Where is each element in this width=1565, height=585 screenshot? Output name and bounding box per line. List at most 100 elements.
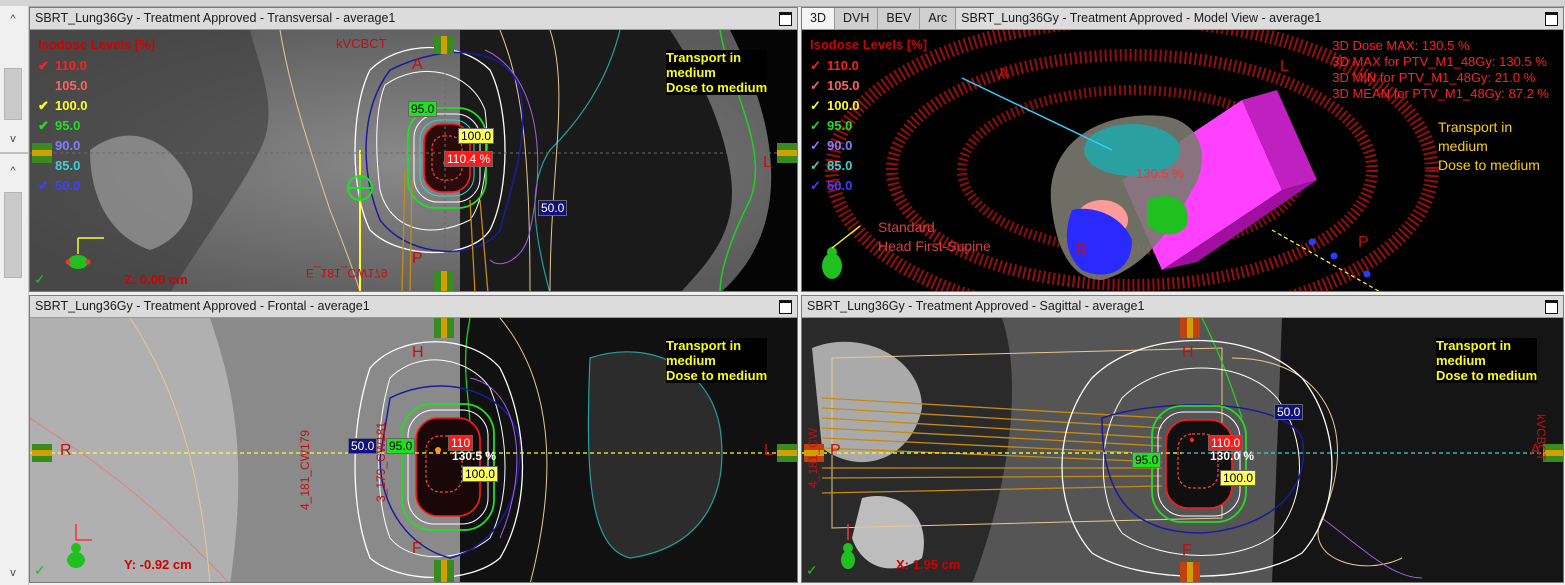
transport-line2: medium xyxy=(1436,353,1538,368)
orientation-line2: Head First-Supine xyxy=(878,238,991,254)
sagittal-titlebar: SBRT_Lung36Gy - Treatment Approved - Sag… xyxy=(802,296,1563,318)
transport-note: Transport in medium Dose to medium xyxy=(1436,338,1538,383)
orient-left-3d: L xyxy=(1280,58,1289,75)
frontal-panel[interactable]: SBRT_Lung36Gy - Treatment Approved - Fro… xyxy=(29,295,798,583)
transversal-panel[interactable]: SBRT_Lung36Gy - Treatment Approved - Tra… xyxy=(29,7,798,292)
model-3d-view[interactable]: Isodose Levels [%] ✓ 110.0 ✓ 105.0 ✓ 100.0 ✓ 95… xyxy=(802,30,1563,291)
orient-posterior-sag: P xyxy=(830,442,841,459)
orient-head: H xyxy=(412,344,424,361)
dose-label-50: 50.0 xyxy=(1274,404,1304,420)
stat-dose-max: 3D Dose MAX: 130.5 % xyxy=(1332,38,1470,53)
transport-3d-line3: Dose to medium xyxy=(1438,157,1540,173)
isodose-level-value: 85.0 xyxy=(827,158,853,173)
scroll-down-icon-2[interactable]: v xyxy=(4,566,22,580)
dose-label-max: 130.5 % xyxy=(452,449,497,463)
checkbox-icon[interactable]: ✔ xyxy=(38,56,55,76)
isodose-level-row[interactable]: ✓ 50.0 xyxy=(810,176,860,196)
scroll-thumb[interactable] xyxy=(4,68,22,120)
view-tabs: 3D DVH BEV Arc SBRT_Lung36Gy - Treatment… xyxy=(802,8,1321,29)
scroll-up-icon[interactable]: ^ xyxy=(4,12,22,26)
sagittal-view[interactable]: H F P A 4_181_CW kVCBCT 50.0 110.0 95.0 … xyxy=(802,318,1563,582)
check-icon: ✓ xyxy=(34,562,46,578)
isodose-level-row[interactable]: ✔ 110.0 xyxy=(38,56,88,76)
dose-label-50: 50.0 xyxy=(538,200,568,216)
beam-label-left-sag: 4_181_CW xyxy=(806,427,820,488)
frontal-title: SBRT_Lung36Gy - Treatment Approved - Fro… xyxy=(35,299,370,313)
scroll-down-icon[interactable]: v xyxy=(4,132,22,146)
tab-3d[interactable]: 3D xyxy=(802,8,835,29)
dose-label-110: 110.4 % xyxy=(444,151,494,167)
checkbox-icon[interactable]: ✓ xyxy=(810,156,827,176)
transport-3d-line2: medium xyxy=(1438,138,1488,154)
transport-line1: Transport in xyxy=(666,50,768,65)
checkbox-icon[interactable]: ✔ xyxy=(38,176,55,196)
checkbox-icon[interactable]: ✓ xyxy=(810,96,827,116)
isodose-level-row[interactable]: ✓ 85.0 xyxy=(810,156,860,176)
isodose-level-value: 105.0 xyxy=(827,78,860,93)
checkbox-icon[interactable]: ✔ xyxy=(38,96,55,116)
isodose-level-value: 110.0 xyxy=(55,58,87,73)
isodose-level-row[interactable]: ✔ 95.0 xyxy=(38,116,88,136)
frontal-view[interactable]: H F R L 4_181_CW179 3_179_CW181 50.0 95.… xyxy=(30,318,797,582)
transversal-view[interactable]: Isodose Levels [%] ✔ 110.0 105.0 ✔ 100.0 ✔ 95.… xyxy=(30,30,797,291)
maximize-icon[interactable] xyxy=(779,12,792,26)
maximize-icon[interactable] xyxy=(779,300,792,314)
dose-statistics: 3D Dose MAX: 130.5 % 3D MAX for PTV_M1_4… xyxy=(1332,38,1549,102)
isodose-level-row[interactable]: ✓ 100.0 xyxy=(810,96,860,116)
orient-foot-sag: F xyxy=(1182,542,1192,559)
transport-line2: medium xyxy=(666,65,768,80)
isodose-level-row[interactable]: ✔ 100.0 xyxy=(38,96,88,116)
orient-posterior: P xyxy=(412,250,423,267)
orient-anterior-3d: A xyxy=(998,66,1009,83)
isodose-level-value: 105.0 xyxy=(55,78,88,93)
scroll-up-icon-2[interactable]: ^ xyxy=(4,164,22,178)
beam-label-right: 3_179_CW181 xyxy=(374,421,388,502)
isodose-level-value: 95.0 xyxy=(55,118,81,133)
beam-bottom-label: E_181_CW179 xyxy=(306,266,388,280)
dose-label-95: 95.0 xyxy=(408,101,438,117)
tab-arc[interactable]: Arc xyxy=(920,8,957,29)
maximize-icon[interactable] xyxy=(1545,12,1558,26)
dose-label-50: 50.0 xyxy=(348,438,378,454)
scroll-thumb-2[interactable] xyxy=(4,192,22,278)
isodose-list[interactable]: ✔ 110.0 105.0 ✔ 100.0 ✔ 95.0 90.0 85.0 ✔ 50.0 xyxy=(38,56,88,196)
maximize-icon[interactable] xyxy=(1545,300,1558,314)
isodose-level-row[interactable]: 90.0 xyxy=(38,136,88,156)
checkbox-icon[interactable]: ✓ xyxy=(810,116,827,136)
transport-line3: Dose to medium xyxy=(666,80,768,95)
dose-label-max: 130.0 % xyxy=(1210,449,1255,463)
isodose-level-value: 100.0 xyxy=(827,98,860,113)
checkbox-icon[interactable]: ✓ xyxy=(810,56,827,76)
checkbox-icon[interactable]: ✓ xyxy=(810,176,827,196)
isodose-level-row[interactable]: ✓ 105.0 xyxy=(810,76,860,96)
check-icon: ✓ xyxy=(34,271,46,287)
sagittal-panel[interactable]: SBRT_Lung36Gy - Treatment Approved - Sag… xyxy=(801,295,1564,583)
isodose-level-row[interactable]: ✓ 110.0 xyxy=(810,56,860,76)
checkbox-icon[interactable]: ✓ xyxy=(810,136,827,156)
transversal-title: SBRT_Lung36Gy - Treatment Approved - Tra… xyxy=(35,11,396,25)
tab-bev[interactable]: BEV xyxy=(878,8,921,29)
transport-line1: Transport in xyxy=(1436,338,1538,353)
isodose-level-value: 50.0 xyxy=(55,178,81,193)
scroll-separator xyxy=(0,152,28,154)
checkbox-icon[interactable]: ✓ xyxy=(810,76,827,96)
tab-dvh[interactable]: DVH xyxy=(834,8,879,29)
isodose-level-row[interactable]: ✓ 90.0 xyxy=(810,136,860,156)
isodose-list-3d[interactable]: ✓ 110.0 ✓ 105.0 ✓ 100.0 ✓ 95.0 ✓ 90.0 ✓ 85.0 ✓ 50.0 xyxy=(810,56,860,196)
isodose-level-row[interactable]: 85.0 xyxy=(38,156,88,176)
isodose-level-row[interactable]: ✓ 95.0 xyxy=(810,116,860,136)
orient-anterior: A xyxy=(412,56,423,73)
isodose-level-row[interactable]: 105.0 xyxy=(38,76,88,96)
stat-ptv-max: 3D MAX for PTV_M1_48Gy: 130.5 % xyxy=(1332,54,1547,69)
model-view-panel[interactable]: 3D DVH BEV Arc SBRT_Lung36Gy - Treatment… xyxy=(801,7,1564,292)
isodose-level-row[interactable]: ✔ 50.0 xyxy=(38,176,88,196)
isodose-title: Isodose Levels [%] xyxy=(38,37,156,52)
orient-posterior-3d: P xyxy=(1358,234,1369,251)
frontal-titlebar: SBRT_Lung36Gy - Treatment Approved - Fro… xyxy=(30,296,797,318)
orient-right-3d: R xyxy=(1076,242,1088,259)
transport-note: Transport in medium Dose to medium xyxy=(666,50,768,95)
transport-line2: medium xyxy=(666,353,768,368)
dose-label-100: 100.0 xyxy=(458,128,495,144)
checkbox-icon[interactable]: ✔ xyxy=(38,116,55,136)
transversal-titlebar: SBRT_Lung36Gy - Treatment Approved - Tra… xyxy=(30,8,797,30)
